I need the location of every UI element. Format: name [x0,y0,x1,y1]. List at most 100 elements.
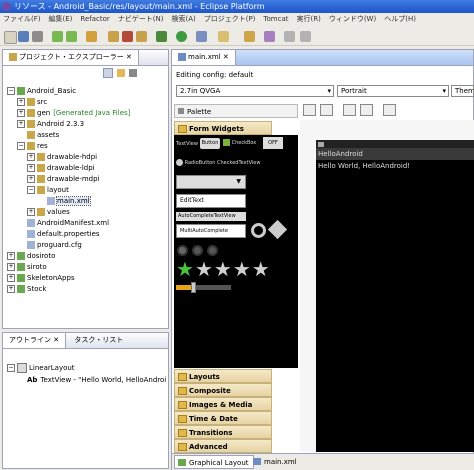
save-icon[interactable] [18,31,29,42]
tree-item[interactable]: + drawable-hdpi [27,152,97,163]
category-time-date[interactable]: Time & Date [174,411,272,425]
device-screen[interactable]: HelloAndroid Hello World, HelloAndroid! [316,140,474,452]
fill-height-icon[interactable] [360,104,373,116]
expand-icon[interactable]: + [27,164,35,172]
widget-seekbar[interactable] [176,282,231,293]
menu-item[interactable]: ナビゲート(N) [118,15,164,23]
link-editor-icon[interactable] [117,69,126,77]
tree-item[interactable]: AndroidManifest.xml [17,218,109,229]
category-composite[interactable]: Composite [174,383,272,397]
tomcat-start-icon[interactable] [108,31,119,42]
expand-icon[interactable]: + [27,175,35,183]
run-icon[interactable] [176,31,187,42]
tree-item[interactable]: − Android_Basic [7,86,76,97]
preview-textview[interactable]: Hello World, HelloAndroid! [316,162,474,170]
tomcat-restart-icon[interactable] [136,31,147,42]
zoom-icon[interactable] [383,104,396,116]
expand-icon[interactable]: + [7,252,15,260]
widget-radiobutton[interactable]: RadioButton CheckedTextView [176,159,260,166]
tree-item[interactable]: proguard.cfg [17,240,82,251]
tab-main-xml[interactable]: main.xml ✕ [172,50,236,65]
forward-icon[interactable] [300,31,311,42]
back-icon[interactable] [284,31,295,42]
collapse-icon[interactable]: − [17,142,25,150]
expand-icon[interactable]: + [7,263,15,271]
outline-item-textview[interactable]: Ab TextView - "Hello World, HelloAndroi [27,375,166,386]
tree-item[interactable]: + drawable-ldpi [27,163,95,174]
tree-item[interactable]: − res [17,141,48,152]
widget-progress-small-1[interactable] [177,245,188,256]
orientation-select[interactable]: Portrait ▾ [337,85,449,97]
category-advanced[interactable]: Advanced [174,439,272,453]
expand-icon[interactable]: + [7,285,15,293]
tree-item[interactable]: + gen [Generated Java Files] [17,108,130,119]
tree-item[interactable]: + siroto [7,262,47,273]
category-images-media[interactable]: Images & Media [174,397,272,411]
widget-progress-small-3[interactable] [207,245,218,256]
widget-checkbox[interactable]: CheckBox [223,138,260,149]
tab-main-xml-source[interactable]: main.xml [250,455,301,469]
tree-item[interactable]: + values [27,207,70,218]
device-select[interactable]: 2.7in QVGA ▾ [176,85,334,97]
category-form-widgets[interactable]: Form Widgets [174,121,272,135]
widget-togglebutton[interactable]: OFF [263,137,283,149]
outline-item-linearlayout[interactable]: − LinearLayout [7,363,75,374]
menu-item[interactable]: Refactor [80,15,109,23]
menu-item[interactable]: ヘルプ(H) [384,15,416,23]
debug-icon[interactable] [156,31,167,42]
tree-item[interactable]: main.xml [37,196,91,207]
expand-icon[interactable]: + [27,153,35,161]
expand-icon[interactable]: + [7,274,15,282]
menu-item[interactable]: 実行(R) [297,15,321,23]
widget-edittext[interactable]: EditText [176,194,246,208]
menu-item[interactable]: ファイル(F) [3,15,41,23]
widget-imagebutton[interactable] [267,219,288,240]
fill-width-icon[interactable] [343,104,356,116]
expand-icon[interactable]: + [17,120,25,128]
widget-progress-circle[interactable] [251,223,266,238]
print-icon[interactable] [32,31,43,42]
tab-outline[interactable]: アウトライン ✕ [3,333,67,348]
collapse-icon[interactable]: − [7,87,15,95]
category-transitions[interactable]: Transitions [174,425,272,439]
layout-toggle-icon[interactable] [303,104,316,116]
android-sdk-icon[interactable] [52,31,63,42]
widget-progress-small-2[interactable] [192,245,203,256]
tab-graphical-layout[interactable]: Graphical Layout [174,455,254,469]
widget-autocompletetextview[interactable]: AutoCompleteTextView [176,212,246,221]
close-icon[interactable]: ✕ [53,336,59,344]
menu-item[interactable]: 検索(A) [171,15,195,23]
avd-manager-icon[interactable] [66,31,77,42]
tree-item[interactable]: + SkeletonApps [7,273,75,284]
widget-textview[interactable]: TextView [176,141,198,147]
tab-project-explorer[interactable]: プロジェクト・エクスプローラー ✕ [3,50,139,65]
search-icon[interactable] [218,31,229,42]
menu-item[interactable]: プロジェクト(P) [204,15,256,23]
palette-header[interactable]: Palette [174,104,298,118]
tab-task-list[interactable]: タスク・リスト [68,336,123,344]
tree-item[interactable]: + dosiroto [7,251,55,262]
tree-item[interactable]: − layout [27,185,69,196]
widget-button[interactable]: Button [200,138,220,149]
tomcat-stop-icon[interactable] [122,31,133,42]
expand-icon[interactable]: + [17,98,25,106]
layout-toggle2-icon[interactable] [320,104,333,116]
category-layouts[interactable]: Layouts [174,369,272,383]
seekbar-thumb[interactable] [190,282,196,293]
tree-item[interactable]: + drawable-mdpi [27,174,100,185]
tree-item[interactable]: + Stock [7,284,46,295]
widget-spinner[interactable]: ▼ [176,175,246,189]
close-icon[interactable]: ✕ [126,53,132,61]
tree-item[interactable]: + Android 2.3.3 [17,119,84,130]
expand-icon[interactable]: + [27,208,35,216]
collapse-all-icon[interactable] [103,68,113,78]
expand-icon[interactable]: + [17,109,25,117]
view-menu-icon[interactable] [129,69,138,77]
menu-item[interactable]: ウィンドウ(W) [329,15,376,23]
new-icon[interactable] [4,31,17,44]
open-folder-icon[interactable] [244,31,255,42]
task-icon[interactable] [264,31,275,42]
theme-select[interactable]: Theme [451,85,474,97]
collapse-icon[interactable]: − [27,186,35,194]
close-icon[interactable]: ✕ [223,53,229,61]
